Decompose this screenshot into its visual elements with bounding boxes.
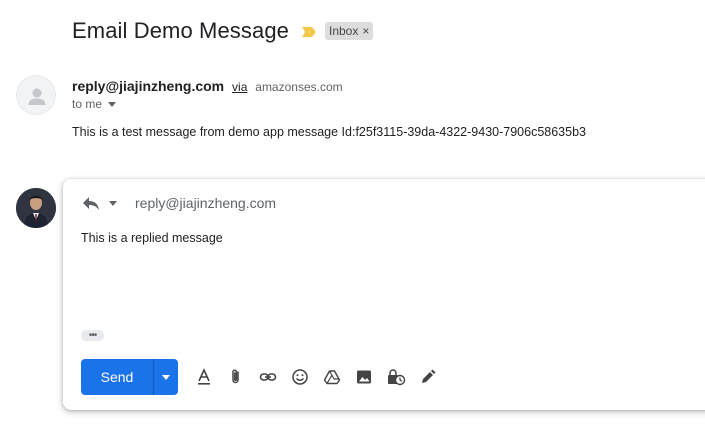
reply-compose-box: reply@jiajinzheng.com This is a replied … xyxy=(63,179,705,410)
inbox-label-chip[interactable]: Inbox × xyxy=(325,22,374,40)
ellipsis-icon: ••• xyxy=(88,329,97,341)
insert-emoji-icon[interactable] xyxy=(284,365,316,389)
reply-arrow-icon xyxy=(83,197,99,210)
sender-line: reply@jiajinzheng.com via amazonses.com xyxy=(72,78,343,94)
subject-row: Email Demo Message Inbox × xyxy=(72,18,374,44)
signature-pen-icon[interactable] xyxy=(412,365,444,389)
message-body: This is a test message from demo app mes… xyxy=(72,125,586,139)
user-avatar[interactable] xyxy=(16,188,56,228)
send-button-group: Send xyxy=(81,359,178,395)
label-text: Inbox xyxy=(329,24,359,38)
sender-email[interactable]: reply@jiajinzheng.com xyxy=(72,78,224,94)
recipient-details-toggle[interactable]: to me xyxy=(72,97,117,111)
chevron-down-icon xyxy=(162,374,170,380)
reply-header: reply@jiajinzheng.com xyxy=(81,195,276,211)
reply-message-body[interactable]: This is a replied message xyxy=(81,231,223,245)
confidential-mode-icon[interactable] xyxy=(380,365,412,389)
default-avatar-icon xyxy=(28,88,46,105)
via-domain: amazonses.com xyxy=(255,80,343,94)
chevron-down-icon xyxy=(109,200,117,206)
attach-file-icon[interactable] xyxy=(220,365,252,389)
remove-label-icon[interactable]: × xyxy=(362,24,369,38)
profile-photo-icon xyxy=(16,188,56,228)
google-drive-icon[interactable] xyxy=(316,365,348,389)
show-trimmed-content-button[interactable]: ••• xyxy=(81,330,104,341)
formatting-options-icon[interactable] xyxy=(188,365,220,389)
reply-type-menu-button[interactable] xyxy=(81,195,117,211)
send-button[interactable]: Send xyxy=(81,359,153,395)
email-subject: Email Demo Message xyxy=(72,18,289,43)
sender-avatar[interactable] xyxy=(16,75,56,115)
insert-link-icon[interactable] xyxy=(252,365,284,389)
via-link[interactable]: via xyxy=(232,80,247,94)
more-send-options-button[interactable] xyxy=(153,359,178,395)
to-me-text: to me xyxy=(72,97,103,111)
importance-marker-icon[interactable] xyxy=(301,25,317,37)
email-view: Email Demo Message Inbox × reply@jiajinz… xyxy=(0,0,705,433)
compose-toolbar xyxy=(188,365,444,389)
insert-photo-icon[interactable] xyxy=(348,365,380,389)
reply-recipient[interactable]: reply@jiajinzheng.com xyxy=(135,195,276,211)
chevron-down-icon xyxy=(108,101,117,107)
